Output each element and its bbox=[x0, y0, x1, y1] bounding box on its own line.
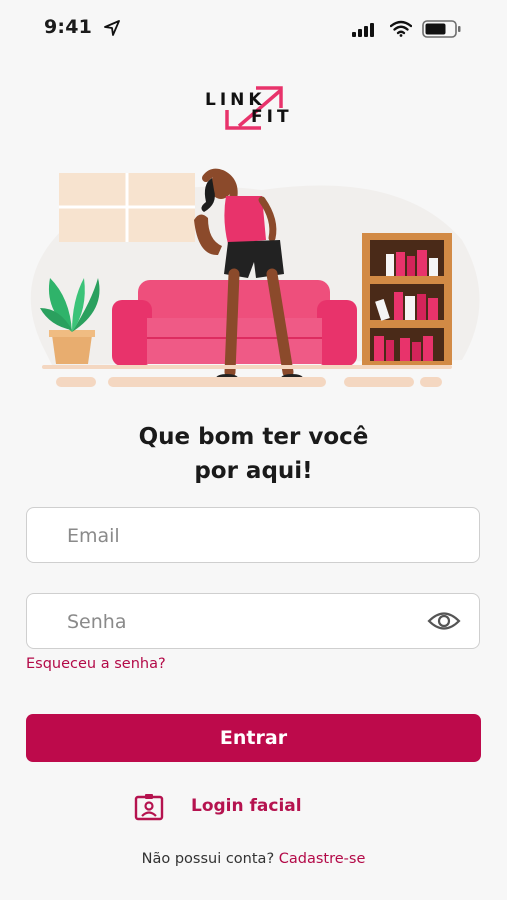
password-field[interactable] bbox=[26, 593, 480, 650]
workout-illustration bbox=[30, 168, 480, 387]
welcome-title-line1: Que bom ter você bbox=[138, 424, 369, 450]
login-button[interactable]: Entrar bbox=[26, 714, 481, 762]
signup-link[interactable]: Cadastre-se bbox=[279, 851, 366, 867]
status-bar: 9:41 bbox=[0, 0, 507, 56]
bookshelf-illustration bbox=[362, 233, 452, 365]
location-arrow-icon bbox=[104, 20, 120, 36]
cellular-signal-icon bbox=[352, 23, 374, 37]
password-input[interactable] bbox=[65, 594, 429, 650]
signup-prompt: Não possui conta? Cadastre-se bbox=[0, 851, 507, 867]
linkfit-logo: LINK FIT bbox=[205, 84, 305, 134]
status-time: 9:41 bbox=[44, 16, 93, 38]
logo-text-fit: FIT bbox=[251, 107, 293, 127]
welcome-title: Que bom ter você por aqui! bbox=[0, 420, 507, 488]
email-input[interactable] bbox=[65, 508, 429, 564]
battery-icon bbox=[422, 20, 461, 38]
signup-prompt-text: Não possui conta? bbox=[141, 851, 275, 867]
welcome-title-line2: por aqui! bbox=[194, 458, 313, 484]
window-illustration bbox=[59, 173, 195, 242]
email-field[interactable] bbox=[26, 507, 480, 564]
facial-login-label: Login facial bbox=[191, 796, 302, 816]
facial-login-button[interactable]: Login facial bbox=[134, 792, 354, 822]
eye-icon[interactable] bbox=[427, 610, 461, 632]
forgot-password-link[interactable]: Esqueceu a senha? bbox=[26, 656, 166, 672]
wifi-icon bbox=[390, 20, 412, 37]
face-id-icon bbox=[134, 794, 164, 821]
